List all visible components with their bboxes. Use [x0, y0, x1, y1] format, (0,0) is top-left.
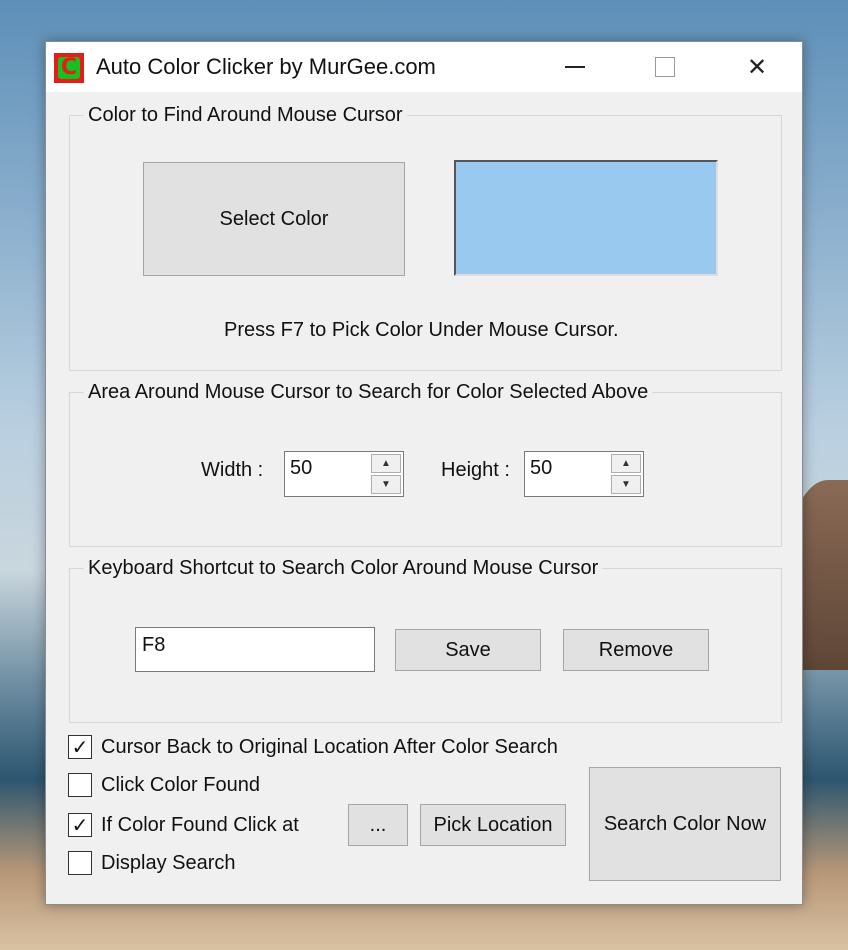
maximize-button[interactable]: [642, 42, 688, 92]
height-spinner[interactable]: 50 ▲ ▼: [524, 451, 644, 497]
option-label-cursor-back: Cursor Back to Original Location After C…: [101, 735, 558, 758]
title-bar: C Auto Color Clicker by MurGee.com ✕: [46, 42, 802, 92]
color-group-legend: Color to Find Around Mouse Cursor: [84, 104, 407, 127]
option-click-at[interactable]: ✓ If Color Found Click at: [68, 813, 299, 837]
color-swatch: [454, 160, 718, 276]
option-label-display-search: Display Search: [101, 851, 236, 874]
app-window: C Auto Color Clicker by MurGee.com ✕ Col…: [45, 41, 803, 905]
checkbox-display-search[interactable]: [68, 851, 92, 875]
shortcut-group-legend: Keyboard Shortcut to Search Color Around…: [84, 557, 603, 580]
width-label: Width :: [201, 459, 264, 481]
height-value: 50: [530, 457, 553, 479]
minimize-button[interactable]: [552, 42, 598, 92]
option-label-click-at: If Color Found Click at: [101, 813, 299, 836]
option-click-color-found[interactable]: Click Color Found: [68, 773, 260, 797]
search-color-now-button[interactable]: Search Color Now: [589, 767, 781, 881]
width-value: 50: [290, 457, 313, 479]
check-icon: ✓: [71, 735, 89, 759]
window-title: Auto Color Clicker by MurGee.com: [96, 54, 436, 79]
area-group-legend: Area Around Mouse Cursor to Search for C…: [84, 381, 653, 404]
checkbox-click-color-found[interactable]: [68, 773, 92, 797]
width-up-arrow-icon[interactable]: ▲: [371, 454, 401, 473]
remove-shortcut-button[interactable]: Remove: [563, 629, 709, 671]
check-icon: ✓: [71, 813, 89, 837]
option-label-click-color-found: Click Color Found: [101, 773, 260, 796]
height-down-arrow-icon[interactable]: ▼: [611, 475, 641, 494]
pick-color-hint: Press F7 to Pick Color Under Mouse Curso…: [224, 319, 619, 341]
browse-button[interactable]: ...: [348, 804, 408, 846]
option-cursor-back[interactable]: ✓ Cursor Back to Original Location After…: [68, 735, 558, 759]
app-icon: C: [54, 53, 84, 83]
close-button[interactable]: ✕: [734, 42, 780, 92]
width-down-arrow-icon[interactable]: ▼: [371, 475, 401, 494]
width-spinner[interactable]: 50 ▲ ▼: [284, 451, 404, 497]
height-up-arrow-icon[interactable]: ▲: [611, 454, 641, 473]
shortcut-input[interactable]: F8: [135, 627, 375, 672]
checkbox-click-at[interactable]: ✓: [68, 813, 92, 837]
checkbox-cursor-back[interactable]: ✓: [68, 735, 92, 759]
area-group: [69, 392, 782, 547]
pick-location-button[interactable]: Pick Location: [420, 804, 566, 846]
save-shortcut-button[interactable]: Save: [395, 629, 541, 671]
option-display-search[interactable]: Display Search: [68, 851, 236, 875]
height-label: Height :: [441, 459, 510, 481]
close-icon: ✕: [746, 53, 768, 81]
minimize-icon: [565, 66, 585, 68]
app-icon-letter: C: [58, 57, 80, 79]
select-color-button[interactable]: Select Color: [143, 162, 405, 276]
maximize-icon: [655, 57, 675, 77]
